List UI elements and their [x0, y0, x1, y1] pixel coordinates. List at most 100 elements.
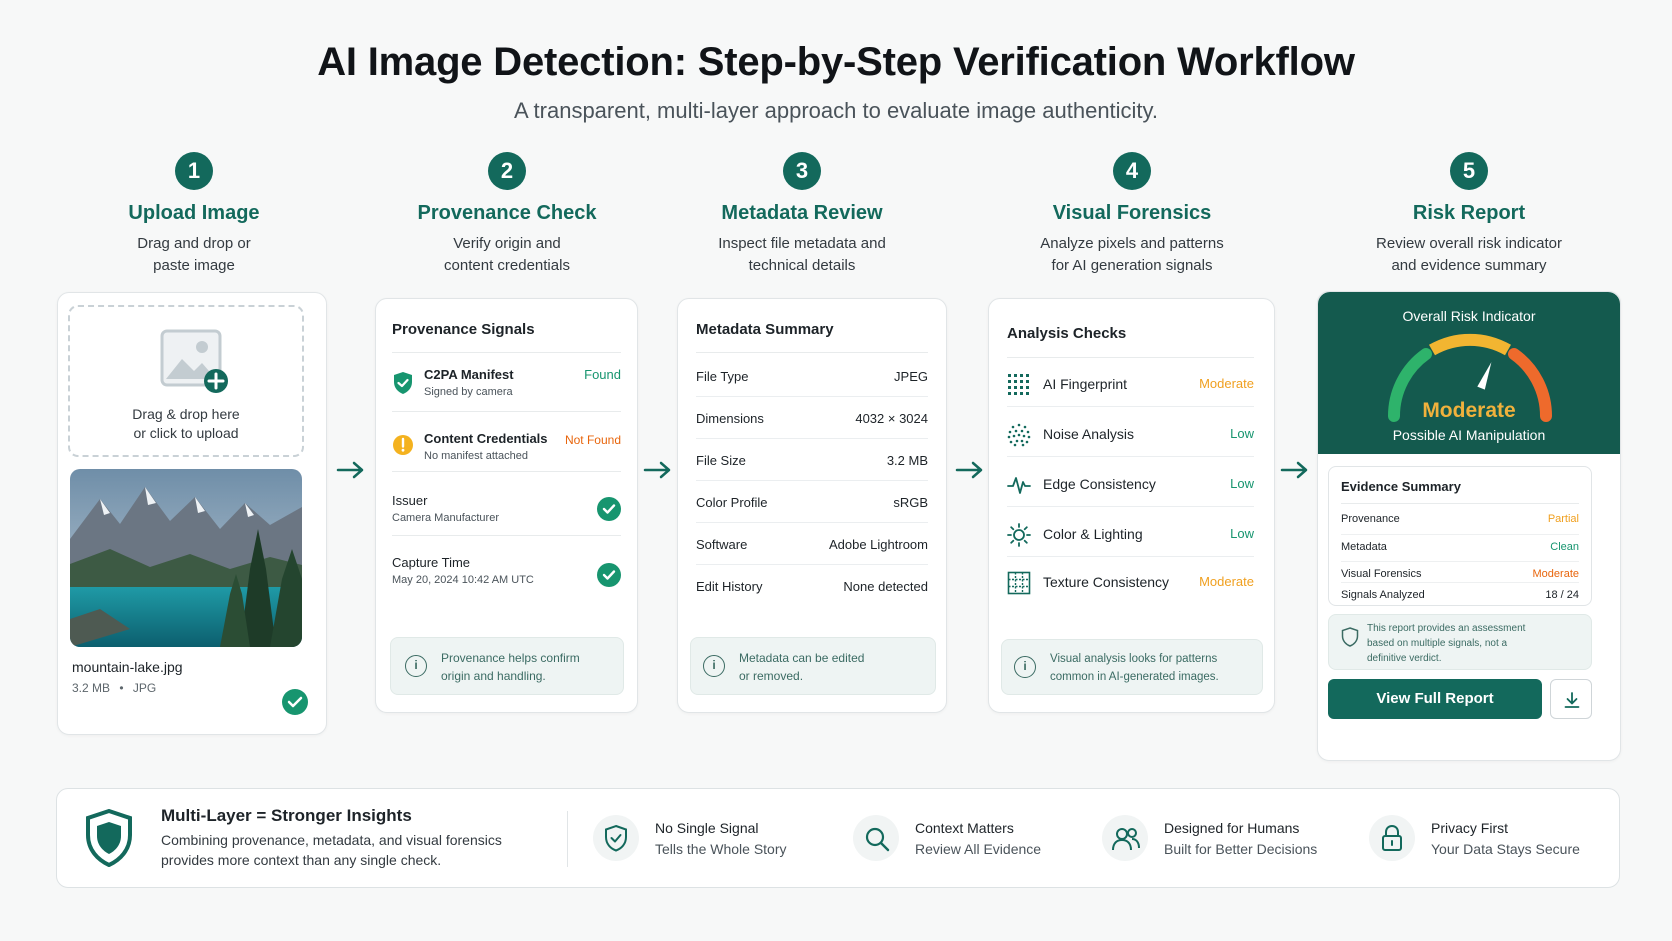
metadata-row: Edit History None detected: [696, 567, 928, 607]
warning-icon: [393, 435, 413, 455]
insights-title: Multi-Layer = Stronger Insights: [161, 806, 412, 825]
metadata-value: Adobe Lightroom: [828, 537, 928, 552]
noise-dots-icon: [1007, 423, 1031, 447]
disclaimer-line-3: definitive verdict.: [1367, 653, 1442, 664]
metadata-key: Edit History: [696, 579, 763, 594]
metadata-row: Dimensions 4032 × 3024: [696, 399, 928, 439]
shield-check-icon: [593, 815, 639, 861]
insights-text-line-1: Combining provenance, metadata, and visu…: [161, 832, 502, 848]
metadata-row: File Type JPEG: [696, 357, 928, 397]
evidence-key: Provenance: [1341, 513, 1400, 525]
metadata-key: Dimensions: [696, 411, 764, 426]
metadata-value: 4032 × 3024: [855, 411, 928, 426]
metadata-key: Software: [696, 537, 748, 552]
report-disclaimer: This report provides an assessment based…: [1328, 614, 1592, 670]
check-result: Moderate: [1199, 376, 1254, 391]
metadata-key: Color Profile: [696, 495, 768, 510]
insight-title: Privacy First: [1431, 820, 1508, 836]
info-icon: i: [703, 655, 725, 677]
check-name: AI Fingerprint: [1043, 376, 1128, 392]
sun-icon: [1007, 523, 1031, 547]
step-description: Inspect file metadata and technical deta…: [718, 235, 886, 274]
insight-sub: Your Data Stays Secure: [1431, 841, 1580, 857]
metadata-value: sRGB: [893, 495, 928, 510]
file-meta-separator: •: [119, 681, 124, 695]
analysis-row-ai-fingerprint: AI Fingerprint Moderate: [1007, 361, 1254, 407]
download-report-button[interactable]: [1550, 679, 1592, 719]
analysis-card: Analysis Checks AI Fingerprint Moderate …: [988, 298, 1275, 713]
file-size: 3.2 MB: [72, 681, 111, 695]
metadata-key: File Type: [696, 369, 749, 384]
metadata-row: Software Adobe Lightroom: [696, 525, 928, 565]
dropzone-line-1: Drag & drop here: [132, 406, 240, 422]
check-name: Texture Consistency: [1043, 574, 1170, 590]
metadata-card: Metadata Summary File Type JPEG Dimensio…: [677, 298, 947, 713]
provenance-info-note: i Provenance helps confirm origin and ha…: [390, 637, 624, 695]
disclaimer-line-2: based on multiple signals, not a: [1367, 638, 1508, 649]
step-number: 1: [175, 152, 213, 190]
evidence-value: Moderate: [1532, 568, 1579, 580]
provenance-row-capture-time: Capture Time May 20, 2024 10:42 AM UTC: [392, 555, 621, 587]
fingerprint-grid-icon: [1008, 374, 1029, 395]
step-name: Metadata Review: [721, 202, 883, 224]
insights-bar: Multi-Layer = Stronger Insights Combinin…: [56, 788, 1620, 888]
insight-sub: Tells the Whole Story: [655, 841, 787, 857]
metadata-info-note: i Metadata can be edited or removed.: [690, 637, 936, 695]
page-title: AI Image Detection: Step-by-Step Verific…: [317, 40, 1355, 84]
shield-outline-icon: [1341, 627, 1359, 647]
risk-indicator-panel: Overall Risk Indicator Moderate Possible…: [1318, 292, 1620, 454]
step-provenance: 2 Provenance Check Verify origin and con…: [342, 152, 672, 277]
analysis-info-note: i Visual analysis looks for patterns com…: [1001, 639, 1263, 695]
info-line-2: origin and handling.: [441, 669, 546, 683]
metadata-title: Metadata Summary: [696, 321, 834, 338]
metadata-key: File Size: [696, 453, 746, 468]
analysis-row-color-lighting: Color & Lighting Low: [1007, 511, 1254, 557]
status-badge: Found: [584, 367, 621, 382]
risk-verdict: Possible AI Manipulation: [1392, 427, 1546, 443]
info-text: Visual analysis looks for patterns commo…: [1050, 650, 1219, 686]
view-full-report-button[interactable]: View Full Report: [1328, 679, 1542, 719]
row-label: Issuer: [392, 493, 428, 508]
step-description: Analyze pixels and patterns for AI gener…: [1040, 235, 1224, 274]
shield-icon: [86, 809, 132, 867]
evidence-key: Metadata: [1341, 541, 1387, 553]
insight-title: Designed for Humans: [1164, 820, 1300, 836]
arrow-right-icon: [1280, 461, 1308, 479]
risk-indicator-title: Overall Risk Indicator: [1402, 308, 1536, 324]
step-description: Drag and drop or paste image: [137, 235, 251, 274]
provenance-title: Provenance Signals: [392, 321, 535, 338]
upload-dropzone[interactable]: Drag & drop here or click to upload: [68, 305, 304, 457]
step-name: Risk Report: [1412, 202, 1526, 224]
check-icon: [597, 497, 621, 521]
info-line-2: common in AI-generated images.: [1050, 671, 1219, 683]
step-description: Verify origin and content credentials: [444, 235, 570, 274]
info-line-2: or removed.: [739, 669, 804, 683]
analysis-title: Analysis Checks: [1007, 325, 1127, 342]
arrow-right-icon: [643, 461, 671, 479]
row-sub: No manifest attached: [424, 450, 528, 462]
info-text: Provenance helps confirm origin and hand…: [441, 649, 580, 685]
info-icon: i: [1014, 656, 1036, 678]
evidence-key: Visual Forensics: [1341, 568, 1422, 580]
check-result: Low: [1230, 526, 1254, 541]
row-sub: Signed by camera: [424, 386, 513, 398]
upload-success-check-icon: [282, 689, 308, 715]
disclaimer-line-1: This report provides an assessment: [1367, 623, 1526, 634]
evidence-key: Signals Analyzed: [1341, 589, 1425, 601]
image-upload-icon: [160, 329, 228, 393]
evidence-value: Clean: [1550, 541, 1579, 553]
row-label: C2PA Manifest: [424, 367, 514, 382]
check-name: Edge Consistency: [1043, 476, 1156, 492]
check-result: Low: [1230, 426, 1254, 441]
evidence-summary-title: Evidence Summary: [1341, 479, 1461, 494]
evidence-row: Provenance Partial: [1341, 507, 1579, 533]
step-name: Upload Image: [128, 202, 260, 224]
provenance-row-issuer: Issuer Camera Manufacturer: [392, 493, 621, 524]
arrow-right-icon: [955, 461, 983, 479]
info-line-1: Provenance helps confirm: [441, 651, 580, 665]
evidence-row: Signals Analyzed 18 / 24: [1341, 582, 1579, 608]
step-number: 5: [1450, 152, 1488, 190]
row-sub: May 20, 2024 10:42 AM UTC: [392, 574, 534, 586]
step-upload: 1 Upload Image Drag and drop or paste im…: [29, 152, 359, 277]
check-icon: [597, 563, 621, 587]
